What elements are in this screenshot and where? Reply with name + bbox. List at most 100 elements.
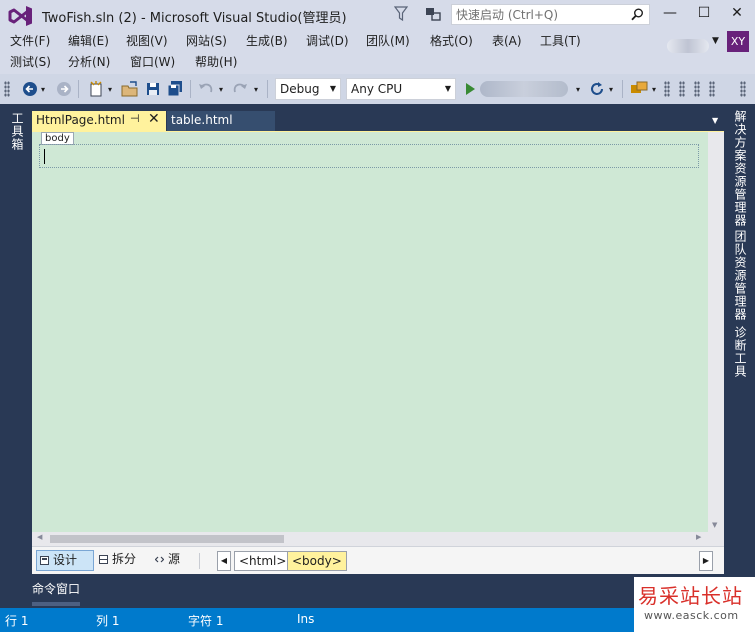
menu-file[interactable]: 文件(F) [8,31,52,51]
close-tab-icon[interactable]: ✕ [148,111,160,127]
menu-website[interactable]: 网站(S) [184,31,229,51]
chevron-down-icon[interactable]: ▾ [219,85,223,94]
command-window-tab[interactable]: 命令窗口 [32,580,80,597]
quick-launch-box[interactable] [451,4,650,25]
quick-launch-input[interactable] [456,6,626,23]
menu-build[interactable]: 生成(B) [244,31,290,51]
breadcrumb-next-icon[interactable]: ▶ [699,551,713,571]
scrollbar-corner [708,532,724,546]
toolbox-tab[interactable]: 工具箱 [9,112,26,151]
body-element-box[interactable] [39,144,699,168]
breadcrumb-previous-icon[interactable]: ◀ [217,551,231,571]
platform-value: Any CPU [351,82,403,96]
watermark-url-text: www.easck.com [644,609,739,622]
refresh-icon[interactable] [589,79,605,99]
toolbar-separator [78,80,79,98]
title-bar: TwoFish.sln (2) - Microsoft Visual Studi… [0,0,755,30]
menu-format[interactable]: 格式(O) [428,31,475,51]
command-tab-underline [32,602,80,606]
menu-tools[interactable]: 工具(T) [538,31,583,51]
start-target-label[interactable] [480,81,568,97]
pin-icon[interactable]: ⊣ [130,112,140,125]
design-view-button[interactable]: 设计 [36,550,94,571]
save-icon[interactable] [145,79,161,99]
chevron-down-icon[interactable]: ▾ [609,85,613,94]
menu-analyze[interactable]: 分析(N) [66,52,112,72]
account-name[interactable] [667,39,709,53]
open-file-icon[interactable] [121,79,139,99]
menu-table[interactable]: 表(A) [490,31,524,51]
watermark-chinese-text: 易采站长站 [638,584,743,608]
scroll-down-icon[interactable]: ▼ [712,521,717,529]
text-caret [44,149,45,164]
vertical-scrollbar[interactable]: ▼ [708,132,724,532]
tab-htmlpage[interactable]: HtmlPage.html ⊣ ✕ [32,111,166,132]
right-tool-rail: 解决方案资源管理器 团队资源管理器 诊断工具 [724,104,755,578]
solution-configuration-select[interactable]: Debug ▼ [275,78,341,100]
breadcrumb-body[interactable]: <body> [287,551,347,571]
back-icon[interactable] [22,79,38,99]
new-project-icon[interactable] [88,79,104,99]
design-view-label: 设计 [53,553,78,567]
menu-debug[interactable]: 调试(D) [304,31,351,51]
menu-team[interactable]: 团队(M) [364,31,412,51]
toolbar-grip[interactable] [694,81,700,97]
menu-window[interactable]: 窗口(W) [128,52,177,72]
design-surface[interactable]: body [32,132,708,532]
document-tab-strip: HtmlPage.html ⊣ ✕ table.html ▼ [32,104,724,133]
menu-bar: 文件(F) 编辑(E) 视图(V) 网站(S) 生成(B) 调试(D) 团队(M… [0,30,755,74]
save-all-icon[interactable] [166,79,184,99]
tab-label: HtmlPage.html [36,113,125,127]
search-icon[interactable] [631,8,644,21]
toolbar-grip[interactable] [740,81,746,97]
chevron-down-icon[interactable]: ▾ [108,85,112,94]
chevron-down-icon[interactable]: ▾ [254,85,258,94]
chevron-down-icon[interactable]: ▼ [330,79,336,99]
left-tool-rail: 工具箱 [0,104,32,578]
split-view-icon [99,555,108,564]
scroll-left-icon[interactable]: ◀ [37,533,42,541]
tab-overflow-chevron-icon[interactable]: ▼ [712,116,718,125]
toolbar-grip[interactable] [679,81,685,97]
chevron-down-icon[interactable]: ▾ [576,85,580,94]
menu-edit[interactable]: 编辑(E) [66,31,111,51]
browser-link-icon[interactable] [630,79,648,99]
team-explorer-tab[interactable]: 团队资源管理器 [732,230,749,321]
redo-icon[interactable] [231,79,249,99]
tab-table[interactable]: table.html [167,111,275,132]
notification-filter-icon[interactable] [393,6,409,22]
forward-icon[interactable] [56,79,72,99]
tab-label: table.html [171,113,233,127]
source-view-label: 源 [168,552,181,566]
menu-view[interactable]: 视图(V) [124,31,170,51]
close-window-button[interactable]: ✕ [720,0,754,28]
chevron-down-icon[interactable]: ▼ [712,36,719,46]
window-title: TwoFish.sln (2) - Microsoft Visual Studi… [42,11,347,26]
split-view-button[interactable]: 拆分 [96,550,148,571]
chevron-down-icon[interactable]: ▾ [652,85,656,94]
maximize-button[interactable]: ☐ [687,0,721,28]
menu-help[interactable]: 帮助(H) [193,52,239,72]
menu-test[interactable]: 测试(S) [8,52,53,72]
source-view-button[interactable]: 源 [152,550,192,571]
design-view-icon [40,556,49,565]
standard-toolbar: ▾ ▾ ▾ ▾ Debug ▼ Any CPU ▼ ▾ ▾ ▾ [0,74,755,104]
toolbar-grip[interactable] [709,81,715,97]
horizontal-scroll-thumb[interactable] [50,535,284,543]
toolbar-grip[interactable] [664,81,670,97]
start-icon[interactable] [464,79,476,99]
chevron-down-icon[interactable]: ▾ [41,85,45,94]
solution-explorer-tab[interactable]: 解决方案资源管理器 [732,110,749,227]
scroll-right-icon[interactable]: ▶ [696,533,701,541]
feedback-icon[interactable] [424,5,442,23]
chevron-down-icon[interactable]: ▼ [445,79,451,99]
toolbar-separator [622,80,623,98]
minimize-button[interactable]: — [653,0,687,28]
horizontal-scrollbar[interactable]: ◀ ▶ [32,532,708,546]
diagnostic-tools-tab[interactable]: 诊断工具 [732,326,749,378]
user-avatar[interactable]: XY [727,31,749,52]
toolbar-grip[interactable] [4,81,10,97]
solution-platform-select[interactable]: Any CPU ▼ [346,78,456,100]
undo-icon[interactable] [197,79,215,99]
breadcrumb-html[interactable]: <html> [234,551,292,571]
